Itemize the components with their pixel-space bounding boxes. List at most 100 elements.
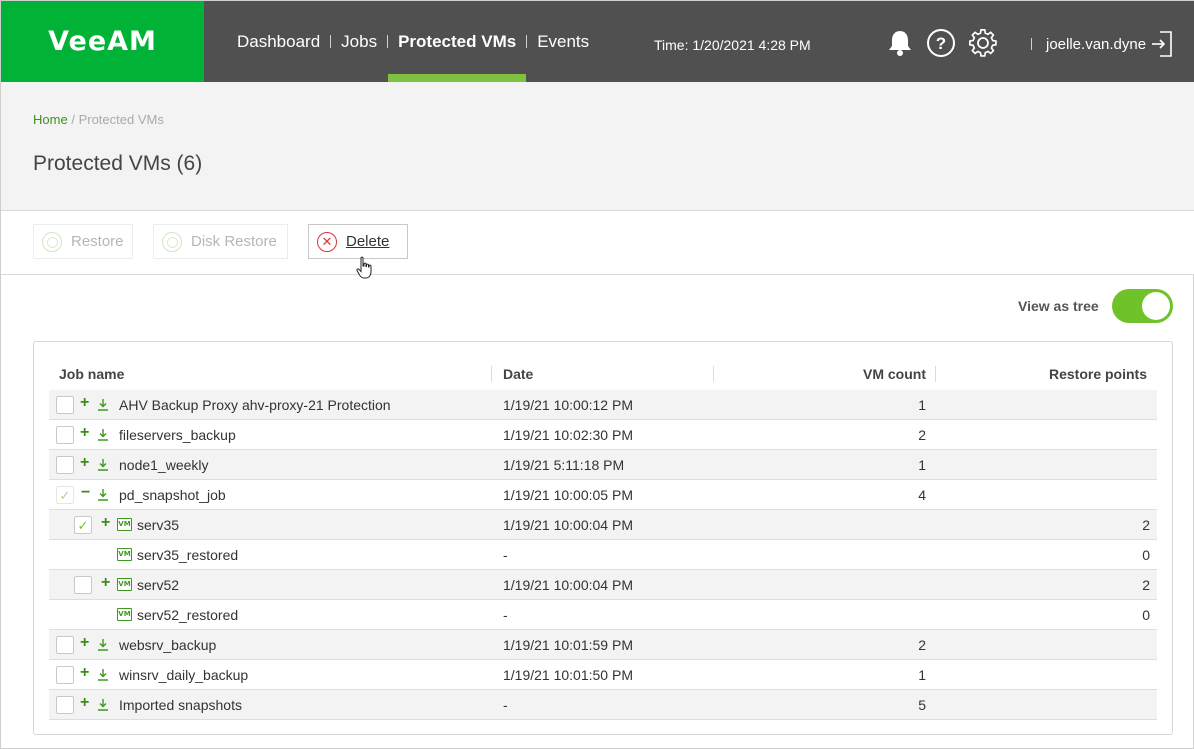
table-row[interactable]: + node1_weekly 1/19/21 5:11:18 PM 1 bbox=[49, 450, 1157, 480]
expand-plus-icon[interactable]: + bbox=[101, 575, 110, 591]
breadcrumb: Home / Protected VMs bbox=[33, 112, 164, 127]
nav-protected-vms[interactable]: Protected VMs bbox=[388, 1, 527, 82]
nav-separator bbox=[387, 35, 389, 48]
bell-icon[interactable] bbox=[885, 28, 915, 58]
restore-points: 0 bbox=[1142, 607, 1150, 623]
table-header: Job name Date VM count Restore points bbox=[49, 358, 1157, 390]
job-name: node1_weekly bbox=[119, 457, 209, 473]
username[interactable]: joelle.van.dyne bbox=[1046, 36, 1146, 53]
nav-dashboard[interactable]: Dashboard bbox=[237, 1, 320, 82]
user-separator bbox=[1031, 38, 1032, 50]
expand-plus-icon[interactable]: + bbox=[101, 515, 110, 531]
column-divider[interactable] bbox=[491, 366, 492, 382]
row-checkbox[interactable] bbox=[74, 576, 92, 594]
nav-separator bbox=[526, 35, 528, 48]
row-checkbox[interactable] bbox=[56, 456, 74, 474]
collapse-minus-icon[interactable]: − bbox=[81, 485, 90, 501]
table-row[interactable]: + websrv_backup 1/19/21 10:01:59 PM 2 bbox=[49, 630, 1157, 660]
table-row[interactable]: ✓ − pd_snapshot_job 1/19/21 10:00:05 PM … bbox=[49, 480, 1157, 510]
job-download-icon bbox=[98, 459, 108, 471]
column-divider[interactable] bbox=[935, 366, 936, 382]
row-checkbox[interactable] bbox=[56, 426, 74, 444]
logout-icon[interactable] bbox=[1151, 30, 1173, 58]
disk-restore-label: Disk Restore bbox=[191, 233, 277, 250]
vm-date: 1/19/21 10:00:04 PM bbox=[503, 517, 633, 533]
table-row[interactable]: ✓ + VM serv35 1/19/21 10:00:04 PM 2 bbox=[49, 510, 1157, 540]
row-checkbox-checked[interactable]: ✓ bbox=[74, 516, 92, 534]
column-restore-points[interactable]: Restore points bbox=[949, 366, 1147, 382]
column-divider[interactable] bbox=[713, 366, 714, 382]
job-download-icon bbox=[98, 699, 108, 711]
view-as-tree-toggle[interactable] bbox=[1112, 289, 1173, 323]
hand-cursor-icon bbox=[356, 256, 372, 279]
top-header: VeeAM Dashboard Jobs Protected VMs Event… bbox=[1, 1, 1194, 82]
table-row[interactable]: + VM serv52 1/19/21 10:00:04 PM 2 bbox=[49, 570, 1157, 600]
row-checkbox[interactable] bbox=[56, 696, 74, 714]
vm-count: 2 bbox=[918, 637, 926, 653]
vm-name: serv52_restored bbox=[137, 607, 239, 623]
vm-icon: VM bbox=[117, 578, 132, 591]
table-row[interactable]: + Imported snapshots - 5 bbox=[49, 690, 1157, 720]
vm-name: serv52 bbox=[137, 577, 180, 593]
vm-icon: VM bbox=[117, 518, 132, 531]
help-icon[interactable]: ? bbox=[926, 28, 956, 58]
page-header-area: Home / Protected VMs Protected VMs (6) bbox=[1, 82, 1194, 211]
job-name: winsrv_daily_backup bbox=[119, 667, 249, 683]
row-checkbox-partial[interactable]: ✓ bbox=[56, 486, 74, 504]
job-date: - bbox=[503, 697, 508, 713]
breadcrumb-home[interactable]: Home bbox=[33, 112, 68, 127]
job-date: 1/19/21 10:01:50 PM bbox=[503, 667, 633, 683]
table-row[interactable]: VM serv35_restored - 0 bbox=[49, 540, 1157, 570]
veeam-logo[interactable]: VeeAM bbox=[1, 1, 204, 82]
column-vm-count[interactable]: VM count bbox=[729, 366, 926, 382]
job-date: 1/19/21 10:02:30 PM bbox=[503, 427, 633, 443]
expand-plus-icon[interactable]: + bbox=[80, 395, 89, 411]
job-name: fileservers_backup bbox=[119, 427, 236, 443]
table-row[interactable]: + winsrv_daily_backup 1/19/21 10:01:50 P… bbox=[49, 660, 1157, 690]
vm-date: - bbox=[503, 547, 508, 563]
table-row[interactable]: + fileservers_backup 1/19/21 10:02:30 PM… bbox=[49, 420, 1157, 450]
vm-date: 1/19/21 10:00:04 PM bbox=[503, 577, 633, 593]
vm-count: 1 bbox=[918, 397, 926, 413]
nav-jobs[interactable]: Jobs bbox=[341, 1, 377, 82]
protected-vms-table: Job name Date VM count Restore points + … bbox=[33, 341, 1173, 735]
row-checkbox[interactable] bbox=[56, 666, 74, 684]
toolbar: Restore Disk Restore ✕ Delete bbox=[1, 211, 1194, 279]
breadcrumb-current: Protected VMs bbox=[78, 112, 164, 127]
logo-text: VeeAM bbox=[48, 26, 157, 57]
row-checkbox[interactable] bbox=[56, 636, 74, 654]
expand-plus-icon[interactable]: + bbox=[80, 695, 89, 711]
view-as-tree-label: View as tree bbox=[1018, 298, 1099, 314]
expand-plus-icon[interactable]: + bbox=[80, 455, 89, 471]
gear-icon[interactable] bbox=[968, 28, 998, 58]
vm-count: 5 bbox=[918, 697, 926, 713]
nav-events[interactable]: Events bbox=[537, 1, 589, 82]
expand-plus-icon[interactable]: + bbox=[80, 425, 89, 441]
delete-icon: ✕ bbox=[317, 231, 337, 252]
disk-restore-button[interactable]: Disk Restore bbox=[153, 224, 288, 259]
server-time: Time: 1/20/2021 4:28 PM bbox=[654, 37, 811, 53]
row-checkbox[interactable] bbox=[56, 396, 74, 414]
expand-plus-icon[interactable]: + bbox=[80, 635, 89, 651]
column-date[interactable]: Date bbox=[503, 366, 533, 382]
job-date: 1/19/21 10:00:12 PM bbox=[503, 397, 633, 413]
job-date: 1/19/21 10:01:59 PM bbox=[503, 637, 633, 653]
delete-label: Delete bbox=[346, 233, 390, 250]
expand-plus-icon[interactable]: + bbox=[80, 665, 89, 681]
job-download-icon bbox=[98, 639, 108, 651]
svg-text:?: ? bbox=[936, 34, 946, 53]
nav-separator bbox=[330, 35, 332, 48]
vm-date: - bbox=[503, 607, 508, 623]
restore-button[interactable]: Restore bbox=[33, 224, 133, 259]
toggle-knob bbox=[1142, 292, 1170, 320]
table-row[interactable]: + AHV Backup Proxy ahv-proxy-21 Protecti… bbox=[49, 390, 1157, 420]
delete-button[interactable]: ✕ Delete bbox=[308, 224, 408, 259]
restore-points: 0 bbox=[1142, 547, 1150, 563]
vm-icon: VM bbox=[117, 608, 132, 621]
job-download-icon bbox=[98, 669, 108, 681]
column-job-name[interactable]: Job name bbox=[59, 366, 124, 382]
job-download-icon bbox=[98, 399, 108, 411]
table-body: + AHV Backup Proxy ahv-proxy-21 Protecti… bbox=[49, 390, 1157, 720]
table-row[interactable]: VM serv52_restored - 0 bbox=[49, 600, 1157, 630]
main-nav: Dashboard Jobs Protected VMs Events bbox=[204, 1, 589, 82]
